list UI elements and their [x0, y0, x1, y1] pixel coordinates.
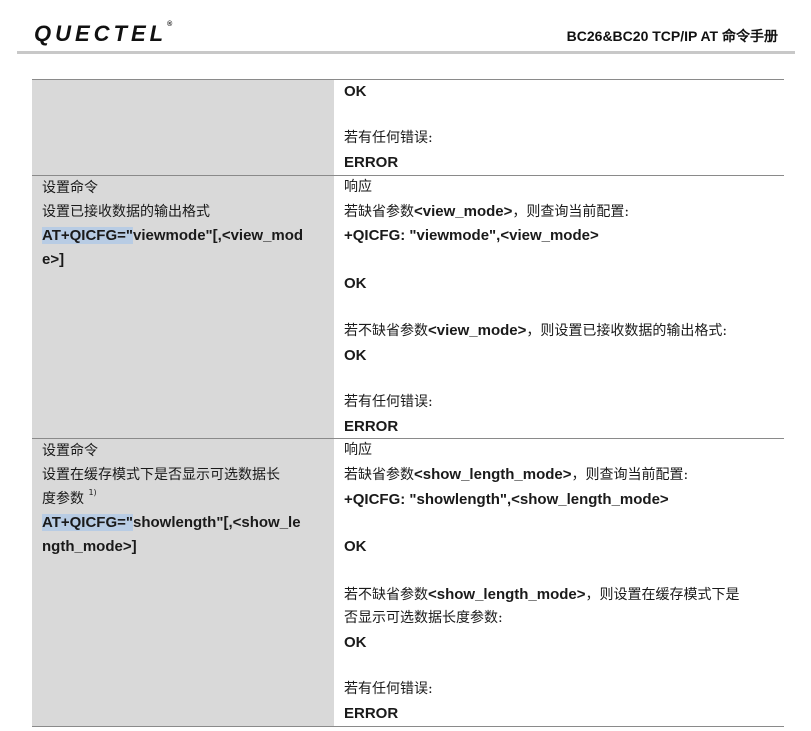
quectel-logo: QUECTEL®	[34, 21, 173, 46]
command-cell	[32, 80, 334, 175]
ok-text: OK	[344, 538, 367, 556]
ok-text: OK	[344, 346, 367, 364]
page-header: QUECTEL® BC26&BC20 TCP/IP AT 命令手册	[0, 0, 811, 54]
query-line: 若缺省参数<show_length_mode>，则查询当前配置:	[344, 466, 689, 484]
query-result: +QICFG: "showlength",<show_length_mode>	[344, 490, 669, 508]
command-desc: 设置已接收数据的输出格式	[42, 203, 210, 220]
table-row: 设置命令 设置已接收数据的输出格式 AT+QICFG="viewmode"[,<…	[32, 175, 784, 440]
highlighted-text: AT+QICFG="	[42, 226, 134, 244]
table-row: OK 若有任何错误: ERROR	[32, 80, 784, 176]
response-cell: 响应 若缺省参数<show_length_mode>，则查询当前配置: +QIC…	[334, 439, 784, 726]
set-line-cont: 否显示可选数据长度参数:	[344, 610, 503, 627]
error-prefix: 若有任何错误:	[344, 394, 433, 411]
query-line: 若缺省参数<view_mode>，则查询当前配置:	[344, 202, 630, 220]
set-line: 若不缺省参数<view_mode>，则设置已接收数据的输出格式:	[344, 321, 728, 339]
command-syntax-cont: ngth_mode>]	[42, 538, 137, 556]
response-label: 响应	[344, 442, 372, 459]
command-syntax: AT+QICFG="viewmode"[,<view_mod	[42, 226, 304, 244]
response-cell: 响应 若缺省参数<view_mode>，则查询当前配置: +QICFG: "vi…	[334, 175, 784, 439]
command-cell: 设置命令 设置在缓存模式下是否显示可选数据长 度参数 1) AT+QICFG="…	[32, 439, 334, 726]
response-label: 响应	[344, 178, 372, 195]
document-title: BC26&BC20 TCP/IP AT 命令手册	[566, 28, 778, 44]
ok-text: OK	[344, 274, 367, 292]
query-result: +QICFG: "viewmode",<view_mode>	[344, 227, 599, 245]
footnote-mark: 1)	[88, 488, 97, 498]
table-row: 设置命令 设置在缓存模式下是否显示可选数据长 度参数 1) AT+QICFG="…	[32, 439, 784, 727]
set-line: 若不缺省参数<show_length_mode>，则设置在缓存模式下是	[344, 585, 740, 603]
command-type: 设置命令	[42, 179, 98, 196]
command-syntax-cont: e>]	[42, 250, 65, 268]
command-desc-cont: 度参数 1)	[42, 488, 97, 508]
response-cell: OK 若有任何错误: ERROR	[334, 80, 784, 175]
highlighted-text: AT+QICFG="	[42, 514, 134, 532]
error-text: ERROR	[344, 154, 399, 172]
error-text: ERROR	[344, 705, 399, 723]
error-text: ERROR	[344, 417, 399, 435]
error-prefix: 若有任何错误:	[344, 681, 433, 698]
command-type: 设置命令	[42, 443, 98, 460]
header-rule	[17, 51, 795, 54]
ok-text: OK	[344, 83, 367, 100]
error-prefix: 若有任何错误:	[344, 130, 433, 147]
command-table: OK 若有任何错误: ERROR 设置命令 设置已接收数据的输出格式 AT+QI…	[32, 79, 784, 727]
command-cell: 设置命令 设置已接收数据的输出格式 AT+QICFG="viewmode"[,<…	[32, 175, 334, 439]
command-desc: 设置在缓存模式下是否显示可选数据长	[42, 467, 280, 484]
command-syntax: AT+QICFG="showlength"[,<show_le	[42, 514, 301, 532]
ok-text: OK	[344, 634, 367, 652]
